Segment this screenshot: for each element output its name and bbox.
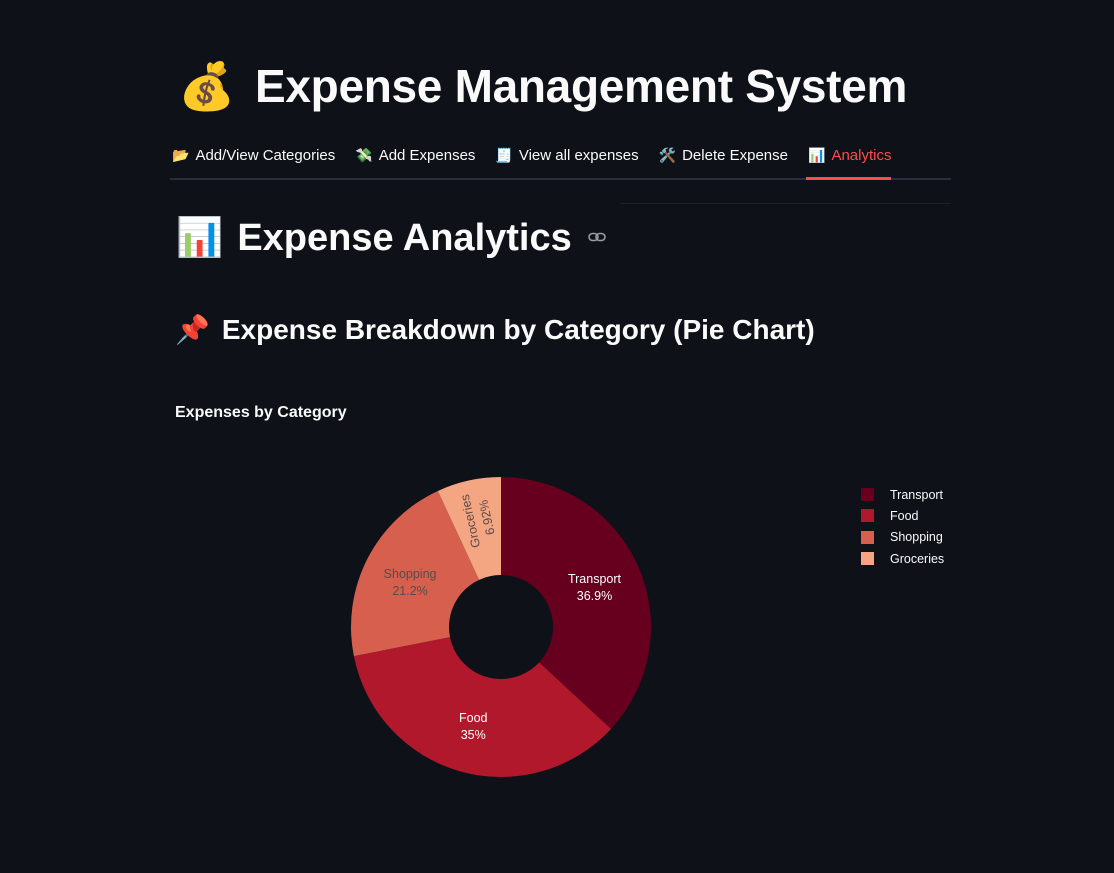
legend-label: Food	[890, 508, 919, 523]
legend-swatch	[861, 552, 874, 566]
legend-label: Shopping	[890, 530, 943, 545]
bar-chart-icon: 📊	[808, 146, 826, 163]
tab-label: Add Expenses	[378, 146, 476, 164]
pushpin-icon: 📌	[175, 314, 210, 345]
anchor-link-icon[interactable]	[588, 231, 607, 243]
legend-label: Groceries	[890, 551, 945, 566]
tab-bar: 📂 Add/View Categories 💸 Add Expenses 🧾 V…	[170, 136, 951, 180]
divider	[620, 203, 951, 204]
chart-legend: Transport Food Shopping Groceries	[861, 484, 944, 569]
legend-item[interactable]: Transport	[861, 484, 944, 505]
tab-label: Analytics	[831, 146, 892, 164]
money-bag-icon: 💰	[178, 60, 235, 112]
pie-chart: Transport36.9%Food35%Shopping21.2%Grocer…	[351, 477, 652, 777]
section-title: 📊 Expense Analytics	[176, 212, 607, 264]
tab-analytics[interactable]: 📊 Analytics	[806, 136, 892, 180]
bar-chart-icon: 📊	[176, 217, 224, 259]
tools-icon: 🛠️	[658, 146, 677, 163]
section-title-text: Expense Analytics	[237, 217, 572, 259]
legend-item[interactable]: Shopping	[861, 527, 944, 548]
pie-label-percent: 36.9%	[577, 589, 612, 603]
subsection-title-text: Expense Breakdown by Category (Pie Chart…	[221, 314, 815, 345]
legend-label: Transport	[890, 487, 944, 502]
pie-label-category: Transport	[568, 572, 622, 586]
pie-label-category: Food	[459, 711, 488, 725]
tab-delete-expense[interactable]: 🛠️ Delete Expense	[657, 136, 788, 174]
main-content: 💰 Expense Management System 📂 Add/View Ca…	[170, 0, 951, 873]
legend-swatch	[861, 530, 874, 544]
tab-view-all-expenses[interactable]: 🧾 View all expenses	[493, 136, 638, 174]
receipt-icon: 🧾	[495, 146, 513, 163]
folder-icon: 📂	[172, 146, 190, 163]
legend-item[interactable]: Groceries	[861, 548, 944, 569]
legend-item[interactable]: Food	[861, 505, 944, 526]
pie-label-percent: 21.2%	[392, 584, 427, 598]
money-wings-icon: 💸	[355, 146, 373, 163]
tab-add-expenses[interactable]: 💸 Add Expenses	[353, 136, 475, 174]
legend-swatch	[861, 509, 874, 523]
subsection-title: 📌 Expense Breakdown by Category (Pie Char…	[175, 310, 815, 350]
app-title-text: Expense Management System	[254, 60, 908, 112]
app-title: 💰 Expense Management System	[178, 56, 907, 116]
legend-swatch	[861, 488, 874, 502]
pie-label-category: Shopping	[384, 567, 437, 581]
chart-title: Expenses by Category	[175, 404, 347, 421]
tab-label: View all expenses	[518, 146, 639, 164]
tab-add-view-categories[interactable]: 📂 Add/View Categories	[170, 136, 335, 174]
tab-label: Delete Expense	[682, 146, 788, 164]
tab-label: Add/View Categories	[195, 146, 336, 164]
pie-label-percent: 35%	[461, 728, 486, 742]
